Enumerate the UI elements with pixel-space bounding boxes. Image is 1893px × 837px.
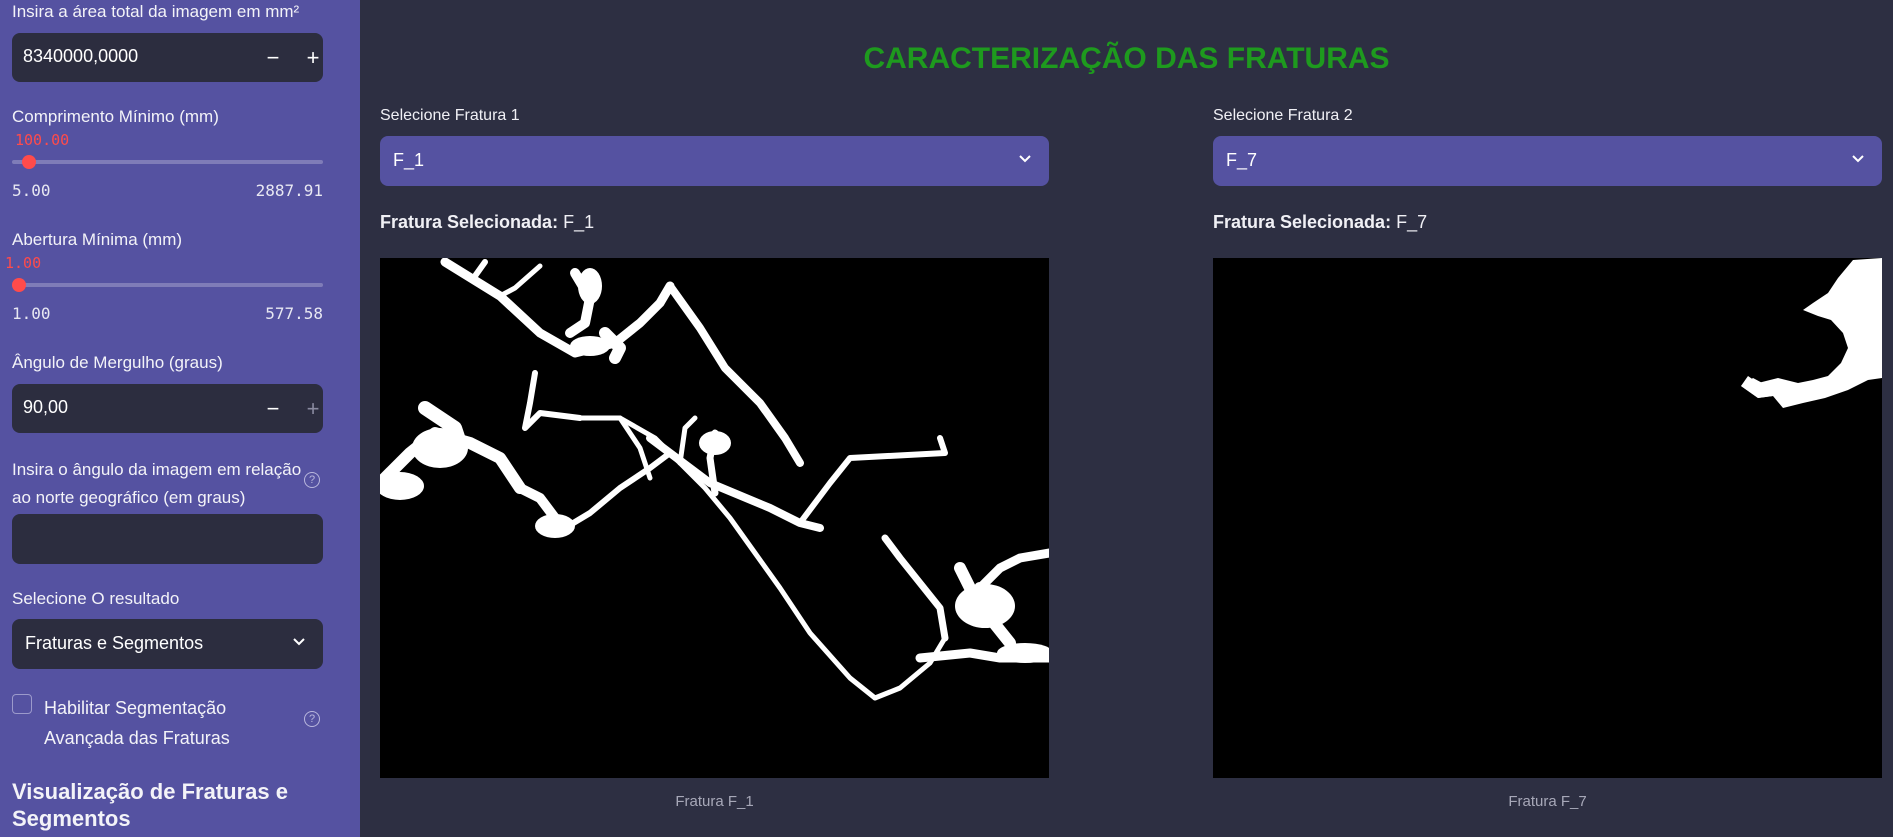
- abertura-slider-value: 1.00: [5, 254, 42, 272]
- comprimento-label: Comprimento Mínimo (mm): [12, 107, 219, 126]
- chevron-down-icon: [293, 638, 305, 646]
- fratura2-selected-caption: Fratura Selecionada: F_7: [1213, 212, 1427, 233]
- comprimento-slider-value: 100.00: [15, 131, 70, 149]
- fratura1-selected-caption-label: Fratura Selecionada:: [380, 212, 559, 232]
- fratura2-image-caption: Fratura F_7: [1508, 793, 1587, 810]
- sidebar: Insira a área total da imagem em mm² 834…: [0, 0, 360, 837]
- fratura2-select-label: Selecione Fratura 2: [1213, 107, 1353, 124]
- resultado-label: Selecione O resultado: [12, 589, 180, 608]
- area-value[interactable]: 8340000,0000: [23, 46, 138, 67]
- angulo-input[interactable]: 90,00 − +: [12, 384, 323, 433]
- comprimento-slider-track[interactable]: [12, 160, 323, 164]
- visualizacao-heading: Visualização de Fraturas e Segmentos: [12, 779, 288, 831]
- chevron-down-icon: [1019, 155, 1031, 163]
- angulo-label: Ângulo de Mergulho (graus): [12, 353, 223, 372]
- segmentacao-help-icon[interactable]: ?: [304, 711, 320, 727]
- fratura2-select[interactable]: F_7: [1213, 136, 1882, 186]
- area-input[interactable]: 8340000,0000 − +: [12, 33, 323, 82]
- segmentacao-checkbox-label: Habilitar Segmentação Avançada das Fratu…: [44, 698, 230, 748]
- fratura1-select[interactable]: F_1: [380, 136, 1049, 186]
- segmentacao-checkbox[interactable]: [12, 694, 32, 714]
- page-title: CARACTERIZAÇÃO DAS FRATURAS: [863, 42, 1390, 75]
- abertura-label: Abertura Mínima (mm): [12, 230, 183, 249]
- angulo-decrement-button[interactable]: −: [253, 384, 293, 433]
- fratura2-selected-caption-value: F_7: [1396, 212, 1428, 232]
- comprimento-slider-thumb[interactable]: [21, 155, 36, 169]
- angulo-value[interactable]: 90,00: [23, 397, 68, 418]
- fratura1-selected-caption-value: F_1: [563, 212, 595, 232]
- fratura2-image: [1213, 258, 1882, 778]
- fratura1-image: [374, 257, 1054, 778]
- resultado-select[interactable]: Fraturas e Segmentos: [12, 619, 323, 669]
- fratura1-image-caption: Fratura F_1: [675, 793, 754, 810]
- abertura-slider-min: 1.00: [12, 304, 51, 323]
- area-label: Insira a área total da imagem em mm²: [12, 2, 300, 21]
- fratura2-fracture-map: [1741, 258, 1882, 408]
- area-increment-button[interactable]: +: [293, 33, 333, 82]
- fratura1-fracture-map: [374, 257, 1054, 701]
- fratura1-selected-caption: Fratura Selecionada: F_1: [380, 212, 594, 233]
- norte-label-line2: ao norte geográfico (em graus): [12, 488, 246, 507]
- norte-help-icon[interactable]: ?: [304, 472, 320, 488]
- fratura2-select-value: F_7: [1226, 150, 1258, 170]
- area-decrement-button[interactable]: −: [253, 33, 293, 82]
- comprimento-slider-max: 2887.91: [255, 181, 323, 200]
- resultado-select-value: Fraturas e Segmentos: [25, 633, 204, 653]
- norte-label-line1: Insira o ângulo da imagem em relação: [12, 460, 302, 479]
- angulo-increment-button[interactable]: +: [293, 384, 333, 433]
- fratura2-selected-caption-label: Fratura Selecionada:: [1213, 212, 1392, 232]
- abertura-slider-max: 577.58: [265, 304, 323, 323]
- abertura-slider-thumb[interactable]: [12, 278, 26, 292]
- comprimento-slider-min: 5.00: [12, 181, 51, 200]
- abertura-slider-track[interactable]: [12, 283, 323, 287]
- chevron-down-icon: [1852, 155, 1864, 163]
- norte-input[interactable]: [12, 514, 323, 564]
- fratura1-select-label: Selecione Fratura 1: [380, 107, 520, 124]
- fratura1-select-value: F_1: [393, 150, 425, 170]
- norte-label: Insira o ângulo da imagem em relação ao …: [12, 456, 301, 512]
